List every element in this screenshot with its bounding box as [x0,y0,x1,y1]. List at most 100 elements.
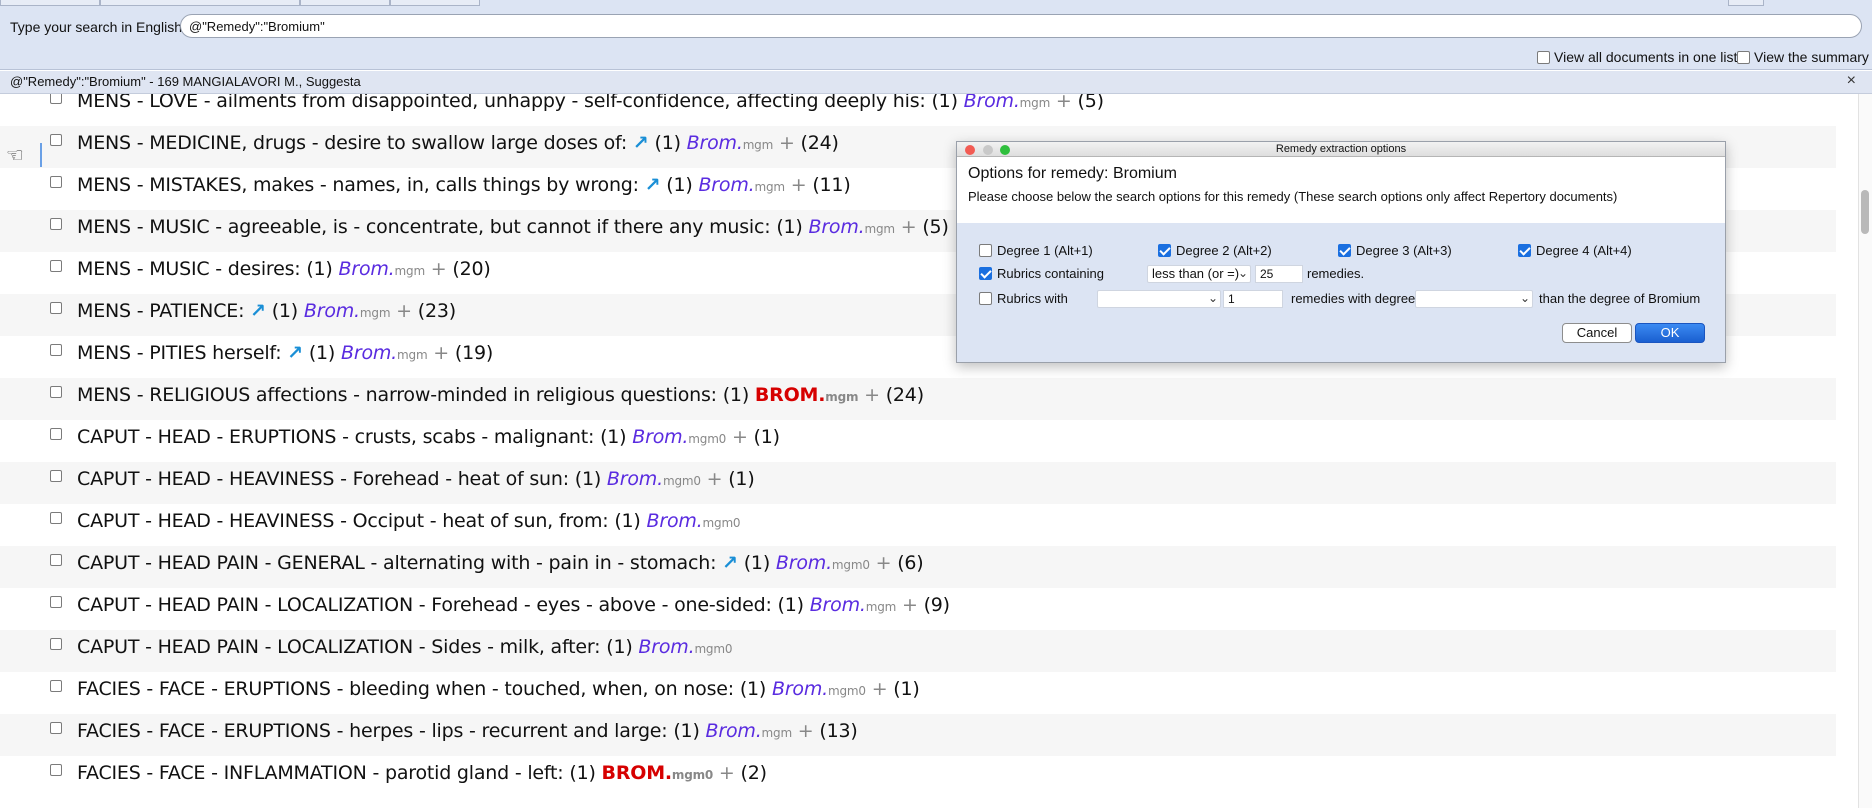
remedy-name[interactable]: Brom.mgm [964,94,1051,112]
minimize-window-icon[interactable] [983,145,993,155]
tab-stub[interactable] [1728,0,1764,6]
list-item[interactable]: MENS - RELIGIOUS affections - narrow-min… [0,378,1836,420]
list-item[interactable]: MENS - LOVE - ailments from disappointed… [0,94,1836,126]
tab-stub[interactable] [300,0,390,6]
rubric-text[interactable]: FACIES - FACE - ERUPTIONS - herpes - lip… [77,720,858,742]
row-checkbox[interactable] [50,722,62,734]
plus-icon[interactable]: + [798,720,814,742]
close-icon[interactable]: × [1847,72,1856,90]
row-checkbox[interactable] [50,596,62,608]
list-item[interactable]: CAPUT - HEAD - HEAVINESS - Forehead - he… [0,462,1836,504]
degree-compare-select[interactable]: ⌄ [1415,290,1533,308]
remedy-name[interactable]: Brom.mgm [808,216,895,238]
row-checkbox[interactable] [50,302,62,314]
view-all-docs-checkbox[interactable] [1537,50,1550,64]
cancel-button[interactable]: Cancel [1562,323,1632,343]
remedy-name[interactable]: Brom.mgm [341,342,428,364]
rubric-text[interactable]: MENS - RELIGIOUS affections - narrow-min… [77,384,924,406]
remedy-degree-count-input[interactable]: 1 [1223,290,1283,308]
scrollbar-thumb[interactable] [1861,190,1869,234]
plus-icon[interactable]: + [779,132,795,154]
row-checkbox[interactable] [50,512,62,524]
remedy-name[interactable]: Brom.mgm0 [632,426,726,448]
row-checkbox[interactable] [50,386,62,398]
tab-stub[interactable] [390,0,480,6]
vertical-scrollbar[interactable] [1858,94,1872,808]
close-window-icon[interactable] [965,145,975,155]
list-item[interactable]: CAPUT - HEAD PAIN - GENERAL - alternatin… [0,546,1836,588]
plus-icon[interactable]: + [431,258,447,280]
plus-icon[interactable]: + [901,216,917,238]
remedy-name[interactable]: Brom.mgm0 [772,678,866,700]
row-checkbox[interactable] [50,134,62,146]
comparison-select[interactable]: less than (or =) ⌄ [1147,265,1251,283]
rubric-text[interactable]: CAPUT - HEAD - HEAVINESS - Occiput - hea… [77,510,741,532]
plus-icon[interactable]: + [732,426,748,448]
plus-icon[interactable]: + [876,552,892,574]
rubrics-with-checkbox[interactable] [979,292,992,305]
rubric-text[interactable]: MENS - MUSIC - agreeable, is - concentra… [77,216,949,238]
row-checkbox[interactable] [50,176,62,188]
view-summary-option[interactable]: View the summary [1737,49,1869,65]
row-checkbox[interactable] [50,680,62,692]
rubric-text[interactable]: CAPUT - HEAD - ERUPTIONS - crusts, scabs… [77,426,780,448]
cross-reference-icon[interactable]: ↗ [722,552,738,574]
row-checkbox[interactable] [50,638,62,650]
remedy-name[interactable]: Brom.mgm [339,258,426,280]
cross-reference-icon[interactable]: ↗ [633,132,649,154]
remedy-name[interactable]: BROM.mgm0 [602,762,714,784]
plus-icon[interactable]: + [902,594,918,616]
degree1-checkbox[interactable] [979,244,992,257]
list-item[interactable]: FACIES - FACE - ERUPTIONS - bleeding whe… [0,672,1836,714]
list-item[interactable]: CAPUT - HEAD - ERUPTIONS - crusts, scabs… [0,420,1836,462]
row-checkbox[interactable] [50,470,62,482]
degree4-checkbox[interactable] [1518,244,1531,257]
view-all-docs-option[interactable]: View all documents in one list [1537,49,1737,65]
row-checkbox[interactable] [50,428,62,440]
degree3-checkbox[interactable] [1338,244,1351,257]
rubrics-containing-checkbox[interactable] [979,267,992,280]
cross-reference-icon[interactable]: ↗ [250,300,266,322]
remedy-name[interactable]: Brom.mgm0 [638,636,732,658]
rubric-text[interactable]: FACIES - FACE - INFLAMMATION - parotid g… [77,762,767,784]
plus-icon[interactable]: + [719,762,735,784]
cross-reference-icon[interactable]: ↗ [645,174,661,196]
list-item[interactable]: FACIES - FACE - ERUPTIONS - herpes - lip… [0,714,1836,756]
remedy-name[interactable]: Brom.mgm [687,132,774,154]
rubric-text[interactable]: CAPUT - HEAD PAIN - LOCALIZATION - Sides… [77,636,732,658]
remedy-name[interactable]: Brom.mgm [810,594,897,616]
rubric-text[interactable]: MENS - MUSIC - desires: (1) Brom.mgm + (… [77,258,491,280]
plus-icon[interactable]: + [864,384,880,406]
rubric-text[interactable]: MENS - LOVE - ailments from disappointed… [77,94,1104,112]
row-checkbox[interactable] [50,554,62,566]
list-item[interactable]: CAPUT - HEAD PAIN - LOCALIZATION - Sides… [0,630,1836,672]
rubric-text[interactable]: CAPUT - HEAD - HEAVINESS - Forehead - he… [77,468,755,490]
list-item[interactable]: CAPUT - HEAD PAIN - LOCALIZATION - Foreh… [0,588,1836,630]
remedy-count-input[interactable]: 25 [1255,265,1303,283]
row-checkbox[interactable] [50,218,62,230]
remedy-name[interactable]: BROM.mgm [755,384,859,406]
rubrics-with-select[interactable]: ⌄ [1097,290,1221,308]
cross-reference-icon[interactable]: ↗ [287,342,303,364]
plus-icon[interactable]: + [791,174,807,196]
remedy-name[interactable]: Brom.mgm0 [776,552,870,574]
rubric-text[interactable]: CAPUT - HEAD PAIN - GENERAL - alternatin… [77,552,924,574]
rubric-text[interactable]: FACIES - FACE - ERUPTIONS - bleeding whe… [77,678,920,700]
rubric-text[interactable]: MENS - PATIENCE: ↗ (1) Brom.mgm + (23) [77,300,456,322]
remedy-name[interactable]: Brom.mgm0 [607,468,701,490]
remedy-name[interactable]: Brom.mgm [706,720,793,742]
rubric-text[interactable]: MENS - MISTAKES, makes - names, in, call… [77,174,851,196]
row-checkbox[interactable] [50,94,62,104]
tab-stub[interactable] [0,0,100,6]
plus-icon[interactable]: + [1056,94,1072,112]
remedy-name[interactable]: Brom.mgm0 [647,510,741,532]
remedy-name[interactable]: Brom.mgm [698,174,785,196]
rubric-text[interactable]: MENS - PITIES herself: ↗ (1) Brom.mgm + … [77,342,493,364]
zoom-window-icon[interactable] [1000,145,1010,155]
plus-icon[interactable]: + [707,468,723,490]
remedy-name[interactable]: Brom.mgm [304,300,391,322]
search-input[interactable] [180,14,1862,38]
row-checkbox[interactable] [50,344,62,356]
plus-icon[interactable]: + [396,300,412,322]
ok-button[interactable]: OK [1635,323,1705,343]
